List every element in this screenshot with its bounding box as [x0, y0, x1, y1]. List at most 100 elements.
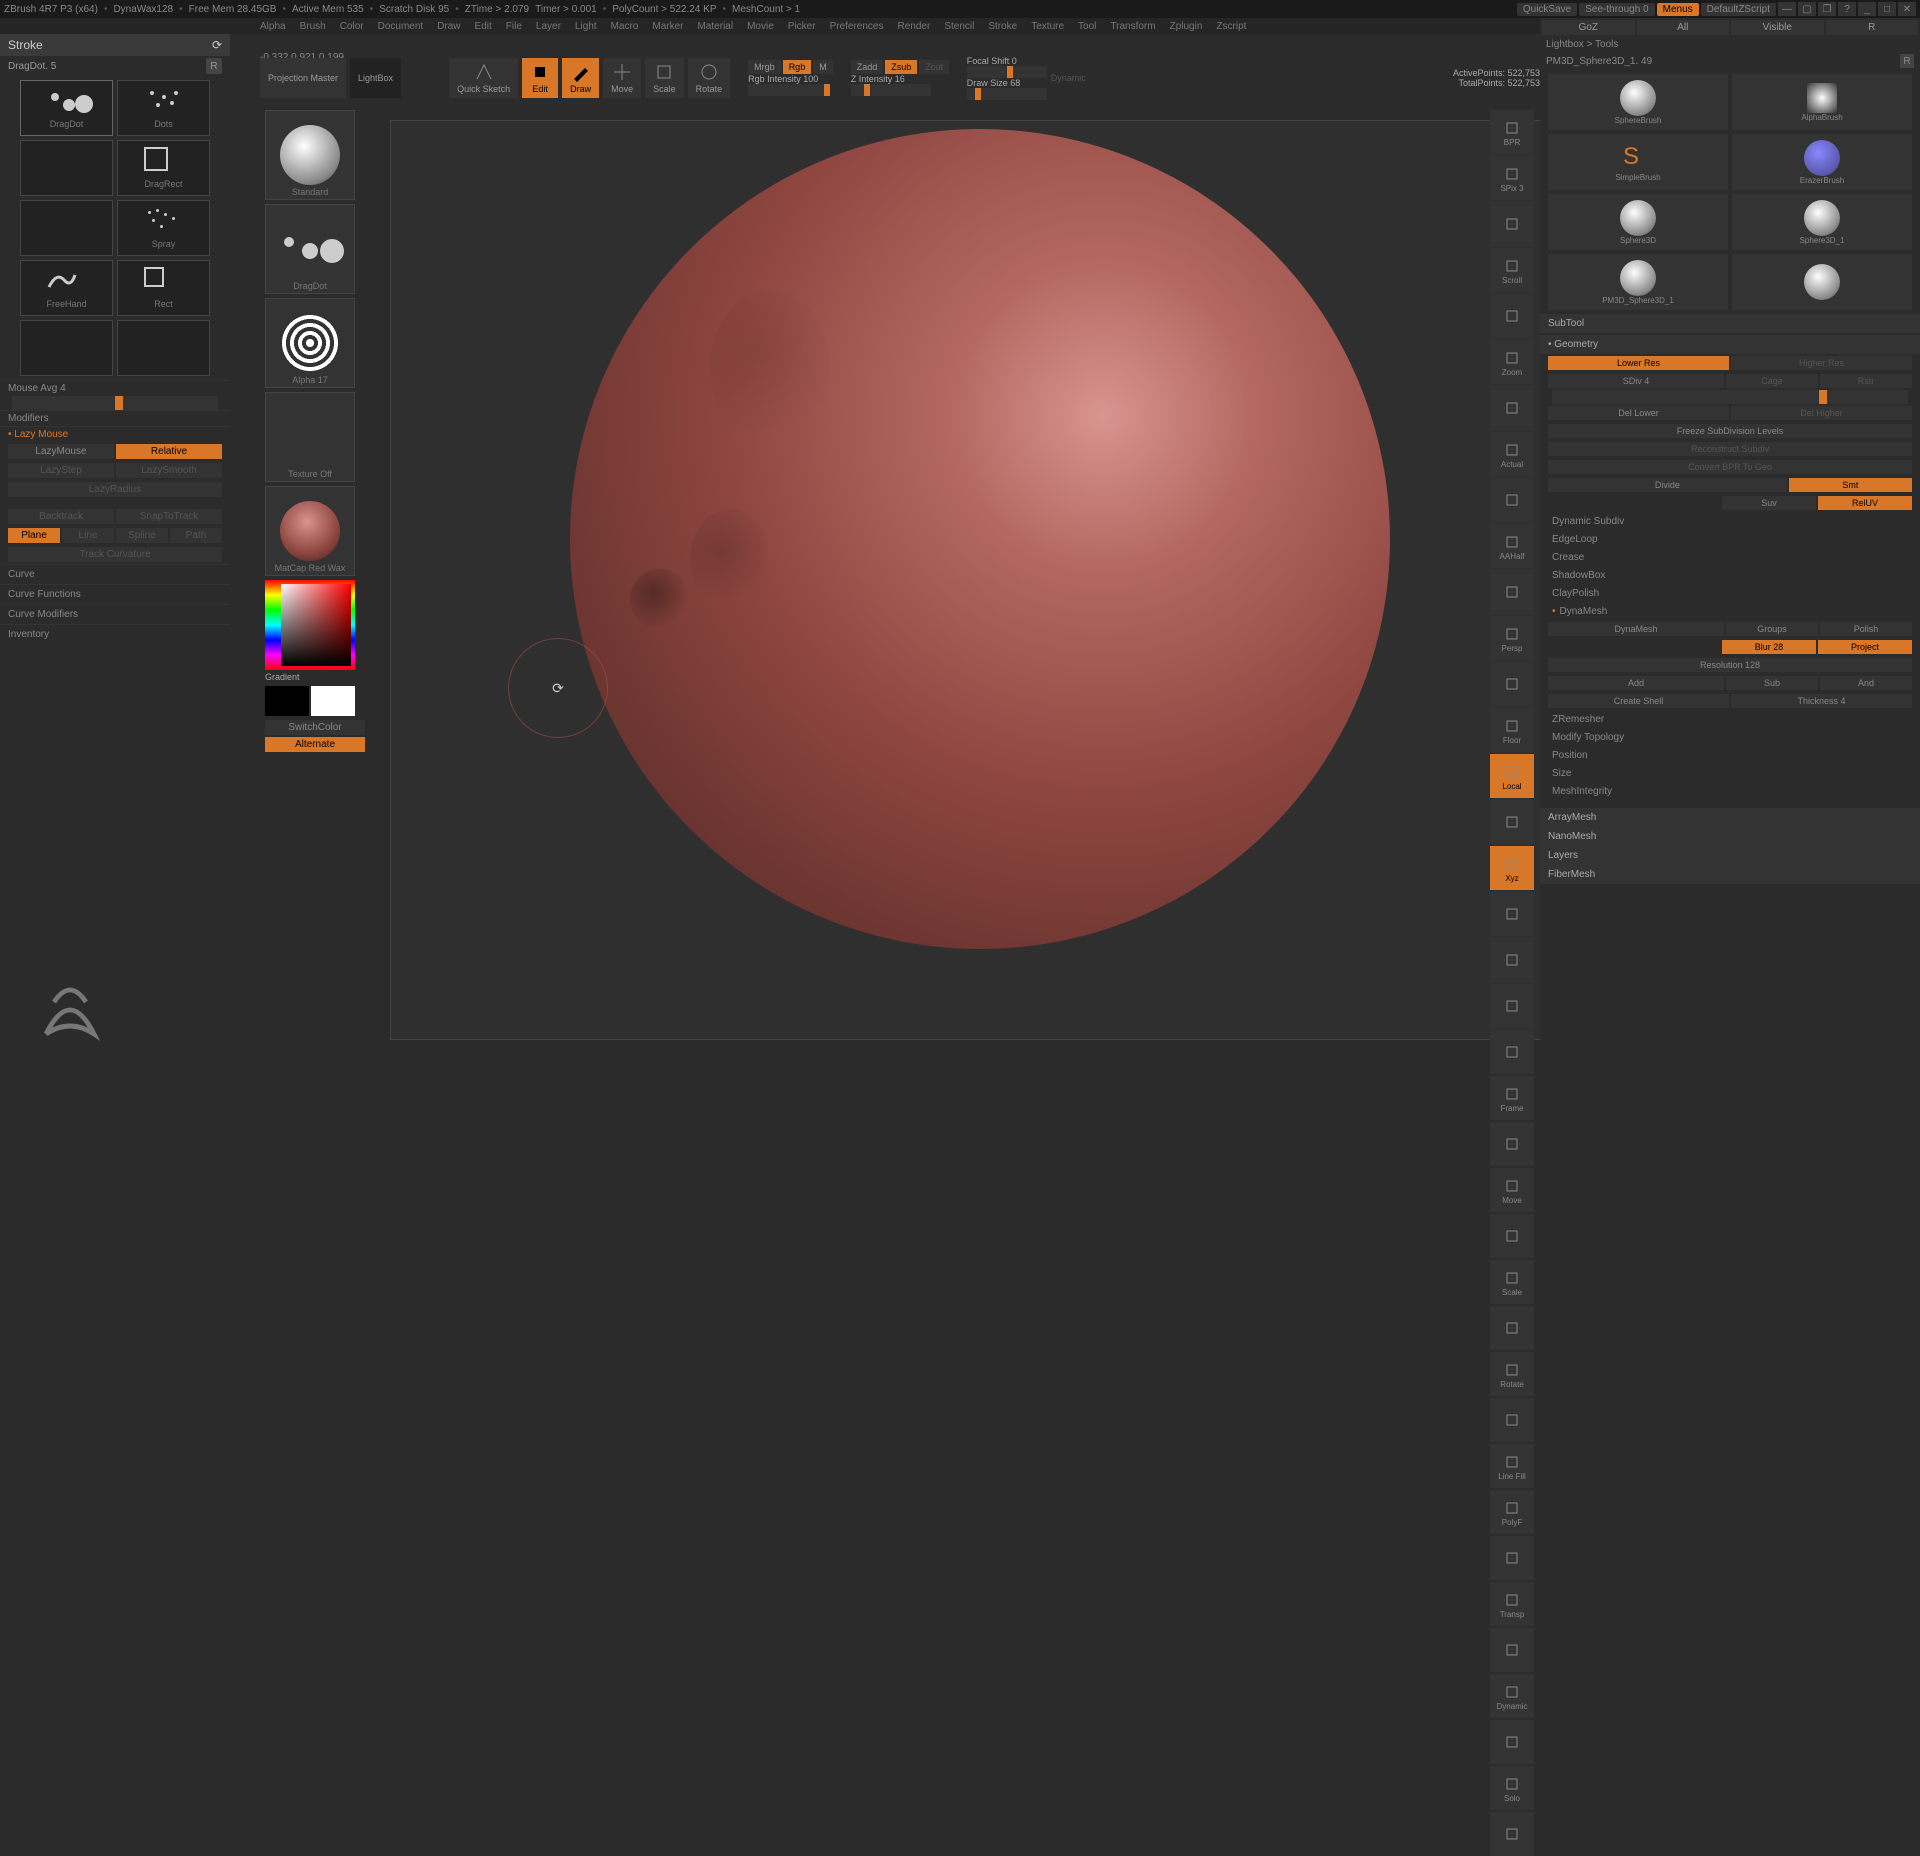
and-button[interactable]: And [1820, 676, 1912, 690]
size-item[interactable]: Size [1540, 764, 1920, 782]
nav-icon-24-button[interactable] [1490, 1214, 1534, 1258]
cage-button[interactable]: Cage [1726, 374, 1818, 388]
lazyradius-button[interactable]: LazyRadius [8, 482, 222, 497]
breadcrumb[interactable]: Lightbox > Tools [1540, 37, 1920, 52]
nav-icon-31-button[interactable] [1490, 1536, 1534, 1580]
track-spline-button[interactable]: Spline [116, 528, 168, 543]
alternate-button[interactable]: Alternate [265, 737, 365, 752]
menu-texture[interactable]: Texture [1031, 21, 1064, 32]
freeze-button[interactable]: Freeze SubDivision Levels [1548, 424, 1912, 438]
nav-line fill-button[interactable]: Line Fill [1490, 1444, 1534, 1488]
stroke-Dots-cell[interactable]: Dots [117, 80, 210, 136]
nav-icon-20-button[interactable] [1490, 1030, 1534, 1074]
nav-polyf-button[interactable]: PolyF [1490, 1490, 1534, 1534]
thickness-slider[interactable]: Thickness 4 [1731, 694, 1912, 708]
menu-alpha[interactable]: Alpha [260, 21, 286, 32]
trackcurvature-button[interactable]: Track Curvature [8, 547, 222, 562]
menu-tool[interactable]: Tool [1078, 21, 1096, 32]
switchcolor-button[interactable]: SwitchColor [265, 720, 365, 735]
stroke-empty-cell[interactable] [117, 320, 210, 376]
track-path-button[interactable]: Path [170, 528, 222, 543]
suv-button[interactable]: Suv [1722, 496, 1816, 510]
tool-pm3d_sphere3d_1-cell[interactable]: PM3D_Sphere3D_1 [1548, 254, 1728, 310]
relative-button[interactable]: Relative [116, 444, 222, 459]
mrgb-button[interactable]: Mrgb [748, 60, 781, 74]
modifytopology-item[interactable]: Modify Topology [1540, 728, 1920, 746]
seethrough-button[interactable]: See-through 0 [1579, 3, 1654, 16]
menu-document[interactable]: Document [378, 21, 424, 32]
nav-icon-4-button[interactable] [1490, 294, 1534, 338]
scale-button[interactable]: Scale [645, 58, 684, 98]
focal-shift[interactable]: Focal Shift 0 [967, 56, 1047, 66]
stroke-empty-cell[interactable] [20, 320, 113, 376]
nav-icon-26-button[interactable] [1490, 1306, 1534, 1350]
restore-icon[interactable]: ❐ [1818, 2, 1836, 16]
reconstruct-button[interactable]: Reconstruct Subdiv [1548, 442, 1912, 456]
menu-color[interactable]: Color [340, 21, 364, 32]
m-button[interactable]: M [813, 60, 833, 74]
stroke-empty-cell[interactable] [20, 200, 113, 256]
gradient-button[interactable]: Gradient [265, 672, 365, 682]
stroke-DragDot-cell[interactable]: DragDot [20, 80, 113, 136]
stroke-r-button[interactable]: R [206, 58, 222, 74]
stroke-Rect-cell[interactable]: Rect [117, 260, 210, 316]
menu-stroke[interactable]: Stroke [988, 21, 1017, 32]
arraymesh-section[interactable]: ArrayMesh [1540, 808, 1920, 827]
color-picker[interactable] [265, 580, 355, 670]
nav-icon-28-button[interactable] [1490, 1398, 1534, 1442]
dellower-button[interactable]: Del Lower [1548, 406, 1729, 420]
createshell-button[interactable]: Create Shell [1548, 694, 1729, 708]
add-button[interactable]: Add [1548, 676, 1724, 690]
tab-all[interactable]: All [1637, 20, 1730, 35]
nav-icon-15-button[interactable] [1490, 800, 1534, 844]
curvefunctions-section[interactable]: Curve Functions [0, 584, 230, 604]
nav-rotate-button[interactable]: Rotate [1490, 1352, 1534, 1396]
lightbox-button[interactable]: LightBox [350, 58, 401, 98]
swatch-black[interactable] [265, 686, 309, 716]
nav-persp-button[interactable]: Persp [1490, 616, 1534, 660]
backtrack-button[interactable]: Backtrack [8, 509, 114, 524]
dynamicsubdiv-item[interactable]: Dynamic Subdiv [1540, 512, 1920, 530]
menu-zplugin[interactable]: Zplugin [1170, 21, 1203, 32]
menu-draw[interactable]: Draw [437, 21, 460, 32]
blur-button[interactable]: Blur 28 [1722, 640, 1816, 654]
nav-dynamic-button[interactable]: Dynamic [1490, 1674, 1534, 1718]
tab-r[interactable]: R [1826, 20, 1919, 35]
lazymouse-section[interactable]: • Lazy Mouse [0, 426, 230, 442]
nav-icon-33-button[interactable] [1490, 1628, 1534, 1672]
lazystep-button[interactable]: LazyStep [8, 463, 114, 478]
modifiers-section[interactable]: Modifiers [0, 410, 230, 426]
groups-button[interactable]: Groups [1726, 622, 1818, 636]
crease-item[interactable]: Crease [1540, 548, 1920, 566]
tool-sphere3d-cell[interactable]: Sphere3D [1548, 194, 1728, 250]
menu-preferences[interactable]: Preferences [830, 21, 884, 32]
convert-button[interactable]: Convert BPR To Geo [1548, 460, 1912, 474]
position-item[interactable]: Position [1540, 746, 1920, 764]
nav-zoom-button[interactable]: Zoom [1490, 340, 1534, 384]
lazysmooth-button[interactable]: LazySmooth [116, 463, 222, 478]
stroke-DragRect-cell[interactable]: DragRect [117, 140, 210, 196]
menu-zscript[interactable]: Zscript [1216, 21, 1246, 32]
nav-icon-10-button[interactable] [1490, 570, 1534, 614]
nav-spix 3-button[interactable]: SPix 3 [1490, 156, 1534, 200]
menu-stencil[interactable]: Stencil [944, 21, 974, 32]
canvas[interactable] [390, 120, 1570, 1040]
menu-edit[interactable]: Edit [475, 21, 492, 32]
material-thumb[interactable]: MatCap Red Wax [265, 486, 355, 576]
reluv-button[interactable]: RelUV [1818, 496, 1912, 510]
menu-movie[interactable]: Movie [747, 21, 774, 32]
delhigher-button[interactable]: Del Higher [1731, 406, 1912, 420]
tool-erazerbrush-cell[interactable]: ErazerBrush [1732, 134, 1912, 190]
defaultzscript-button[interactable]: DefaultZScript [1701, 3, 1776, 16]
tab-visible[interactable]: Visible [1731, 20, 1824, 35]
minimize-icon[interactable]: — [1778, 2, 1796, 16]
sdiv-slider[interactable]: SDiv 4 [1548, 374, 1724, 388]
higherres-button[interactable]: Higher Res [1731, 356, 1912, 370]
maximize-icon[interactable]: ▢ [1798, 2, 1816, 16]
geometry-section[interactable]: • Geometry [1540, 335, 1920, 354]
track-line-button[interactable]: Line [62, 528, 114, 543]
snaptotrack-button[interactable]: SnapToTrack [116, 509, 222, 524]
layers-section[interactable]: Layers [1540, 846, 1920, 865]
lowerres-button[interactable]: Lower Res [1548, 356, 1729, 370]
fibermesh-section[interactable]: FiberMesh [1540, 865, 1920, 884]
